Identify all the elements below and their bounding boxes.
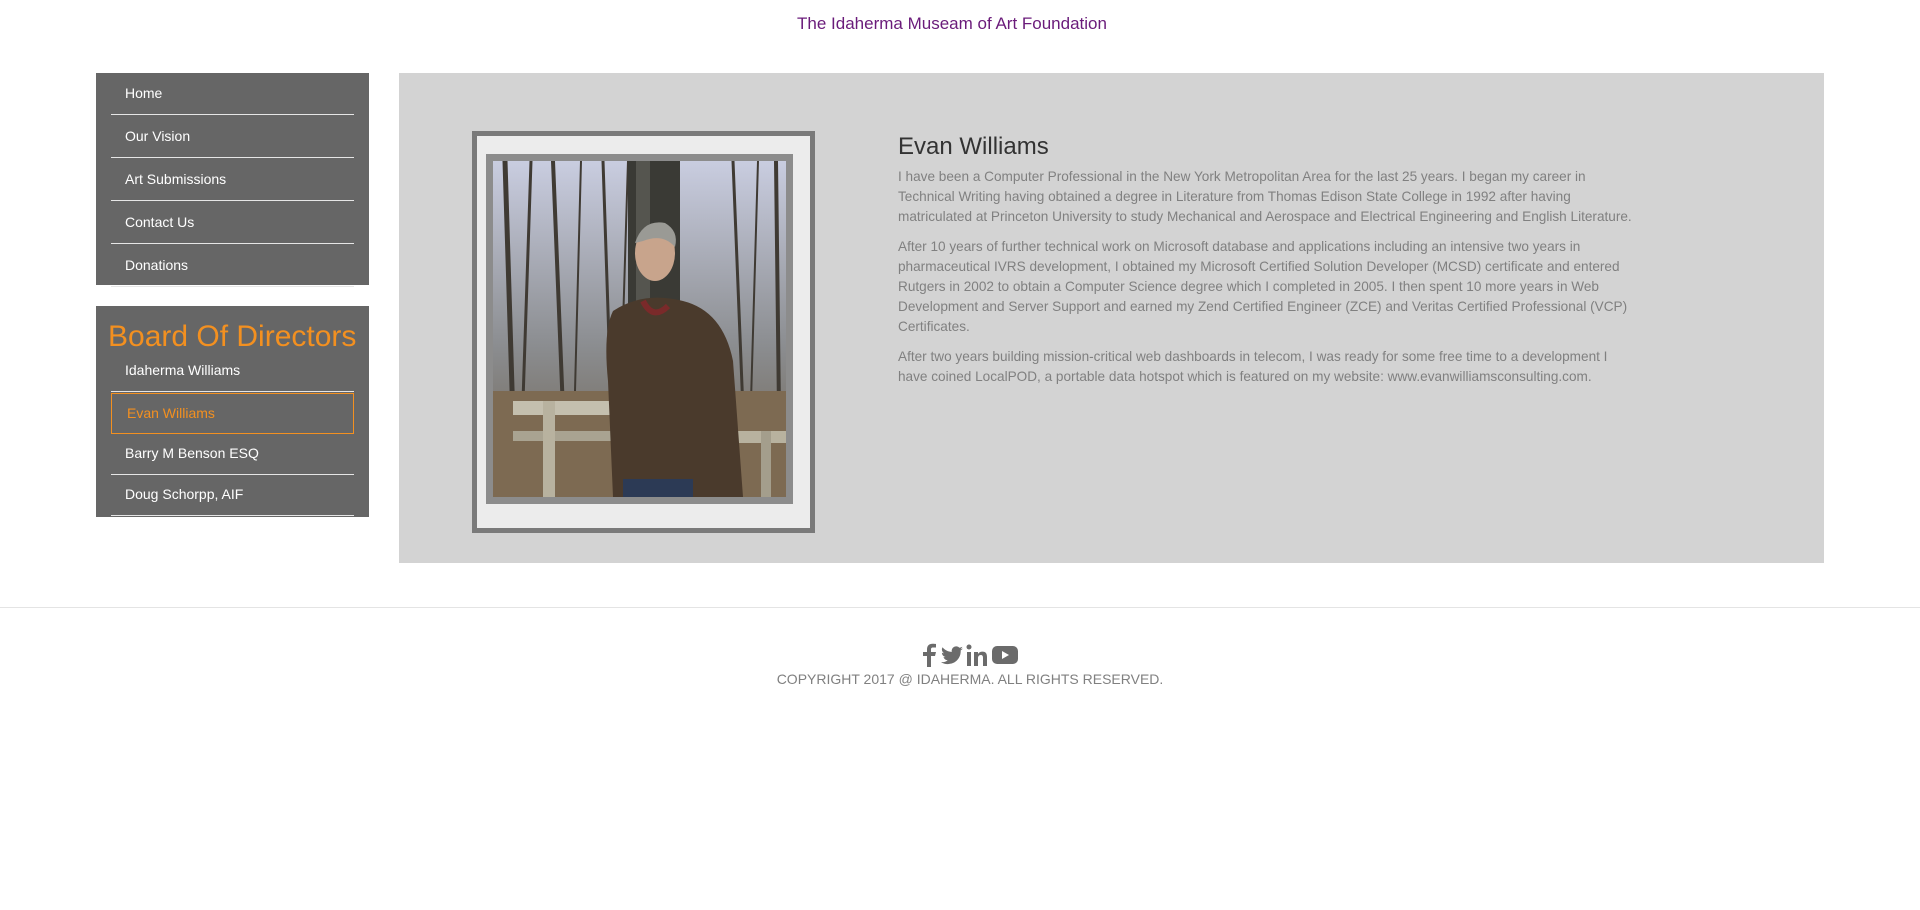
nav-item-contact-us[interactable]: Contact Us [111, 202, 354, 244]
social-links [922, 643, 1022, 667]
copyright-text: COPYRIGHT 2017 @ IDAHERMA. ALL RIGHTS RE… [776, 671, 1164, 687]
nav-item-our-vision[interactable]: Our Vision [111, 116, 354, 158]
nav-item-art-submissions[interactable]: Art Submissions [111, 159, 354, 201]
facebook-icon[interactable] [922, 643, 936, 667]
board-member-doug-schorpp[interactable]: Doug Schorpp, AIF [111, 475, 354, 516]
youtube-icon[interactable] [992, 643, 1018, 667]
profile-bio: Evan Williams I have been a Computer Pro… [898, 133, 1633, 397]
profile-name: Evan Williams [898, 133, 1049, 160]
nav-item-donations[interactable]: Donations [111, 245, 354, 287]
board-title: Board Of Directors [108, 320, 357, 353]
main-nav: Home Our Vision Art Submissions Contact … [96, 73, 369, 287]
linkedin-icon[interactable] [966, 643, 988, 667]
photo-frame [472, 131, 815, 533]
profile-panel: Evan Williams I have been a Computer Pro… [399, 73, 1824, 563]
board-of-directors-panel: Board Of Directors Idaherma Williams Eva… [96, 306, 369, 517]
bio-paragraph: I have been a Computer Professional in t… [898, 169, 1632, 224]
bio-paragraph: After two years building mission-critica… [898, 349, 1608, 384]
twitter-icon[interactable] [940, 643, 964, 667]
board-member-barry-benson[interactable]: Barry M Benson ESQ [111, 434, 354, 475]
profile-photo [493, 161, 786, 497]
site-title: The Idaherma Museam of Art Foundation [797, 14, 1107, 33]
board-member-evan-williams[interactable]: Evan Williams [111, 393, 354, 434]
board-member-idaherma-williams[interactable]: Idaherma Williams [111, 351, 354, 392]
nav-item-home[interactable]: Home [111, 73, 354, 115]
footer-divider [0, 607, 1920, 608]
bio-paragraph: After 10 years of further technical work… [898, 239, 1628, 334]
